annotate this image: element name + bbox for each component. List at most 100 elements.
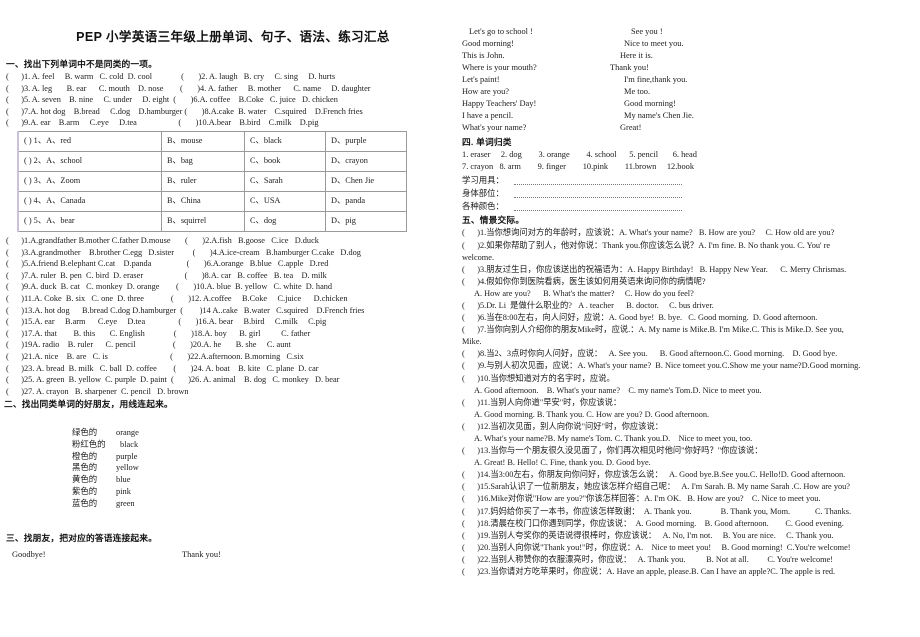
question-line: ( )27. A. crayon B. sharpener C. pencil … <box>6 386 189 396</box>
question-line: ( )21.A. nice B. are C. is ( )22.A.after… <box>6 351 304 361</box>
section-one-question-list: ( )1. A. feel B. warm C. cold D. cool ( … <box>0 71 460 129</box>
answer-match-row: Goodbye! Thank you! <box>6 549 460 561</box>
fill-row: 学习用具： <box>462 174 920 187</box>
fill-blank-line[interactable] <box>514 176 682 186</box>
table-cell: C、dog <box>244 210 326 232</box>
question-line: ( )7.A. hot dog B.bread C.dog D.hamburge… <box>6 106 363 116</box>
section-one-heading: 一、找出下列单词中不是同类的一项。 <box>6 59 158 69</box>
dialog-prompt: Let's paint! <box>462 75 500 84</box>
question-line: ( )19A. radio B. ruler C. pencil ( )20.A… <box>6 340 291 350</box>
table-cell: D、Chen Jie <box>325 170 407 192</box>
question-line: ( )3.A.grandmother B.brother C.egg D.sis… <box>6 247 361 257</box>
question-line-options: A. Good morning. B. Thank you. C. How ar… <box>462 409 710 419</box>
dialog-response: See you ! <box>631 27 663 36</box>
table-row: ( ) 4、A、Canada B、China C、USA D、panda <box>17 190 407 212</box>
question-line-cont: welcome. <box>462 252 495 262</box>
match-chinese: 黄色的 <box>72 475 98 485</box>
table-cell: ( ) 1、A、red <box>17 130 162 152</box>
question-line: ( )7.A. ruler B. pen C. bird D. eraser (… <box>6 270 327 280</box>
categorize-fill-ins: 学习用具： 身体部位： 各种颜色： <box>462 174 920 214</box>
question-line: ( )11.当别人向你道"早安"时，你应该说： <box>462 397 622 407</box>
right-column: Let's go to school ! See you ! Good morn… <box>462 0 920 578</box>
match-english: pink <box>116 486 131 496</box>
answer-response: Thank you! <box>182 550 221 560</box>
table-cell: D、pig <box>325 210 407 232</box>
question-line: ( )5.A.friend B.elephant C.cat D.panda (… <box>6 259 329 269</box>
section-five-question-list: ( )1.当你想询问对方的年龄时，应该说：A. What's your name… <box>462 227 920 578</box>
fill-blank-line[interactable] <box>514 202 682 212</box>
dialog-row: How are you? Me too. <box>462 86 920 98</box>
section-three-heading: 三、找朋友，把对应的答语连接起来。 <box>6 533 158 544</box>
question-line: ( )15.A. ear B.arm C.eye D.tea ( )16.A. … <box>6 317 327 327</box>
table-cell: B、squirrel <box>161 210 245 232</box>
match-chinese: 黑色的 <box>72 463 98 473</box>
match-english: green <box>116 498 135 508</box>
section-two-heading: 二、找出同类单词的好朋友，用线连起来。 <box>4 399 173 410</box>
question-line: ( )1.当你想询问对方的年龄时，应该说：A. What's your name… <box>462 228 835 238</box>
dialog-row: Good morning! Nice to meet you. <box>462 38 920 50</box>
table-cell: D、panda <box>325 190 407 212</box>
dialog-response: Thank you! <box>610 63 649 72</box>
match-chinese: 粉红色的 <box>72 439 106 449</box>
page-title: PEP 小学英语三年级上册单词、句子、语法、练习汇总 <box>76 30 390 44</box>
question-line: ( )17.妈妈给你买了一本书，你应该怎样致谢： A. Thank you. B… <box>462 506 852 516</box>
question-line-options: A. Great! B. Hello! C. Fine, thank you. … <box>462 458 651 468</box>
question-line: ( )17.A. that B. this C. English ( )18.A… <box>6 328 311 338</box>
fill-row: 各种颜色： <box>462 200 920 213</box>
match-english: yellow <box>116 463 139 473</box>
word-bank-line: 7. crayon 8. arm 9. finger 10.pink 11.br… <box>462 162 695 172</box>
question-line: ( )1. A. feel B. warm C. cold D. cool ( … <box>6 72 336 81</box>
table-cell: ( ) 4、A、Canada <box>17 190 162 212</box>
question-line: ( )9.A. ear B.arm C.eye D.tea ( )10.A.be… <box>6 118 319 128</box>
question-line: ( )15.Sarah认识了一位新朋友，她应该怎样介绍自己呢： A. I'm S… <box>462 482 850 492</box>
match-row: 蓝色的 green <box>6 498 460 510</box>
table-cell: B、mouse <box>161 130 245 152</box>
dialog-row: I have a pencil. My name's Chen Jie. <box>462 110 920 122</box>
fill-row: 身体部位： <box>462 187 920 200</box>
left-column: PEP 小学英语三年级上册单词、句子、语法、练习汇总 一、找出下列单词中不是同类… <box>0 0 460 561</box>
table-row: ( ) 2、A、school B、bag C、book D、crayon <box>17 150 407 172</box>
table-cell: ( ) 5、A、bear <box>17 210 162 232</box>
section-four-heading: 四. 单词归类 <box>462 137 512 147</box>
match-row: 绿色的 orange <box>6 427 460 439</box>
question-line-cont: Mike. <box>462 337 482 347</box>
dialog-prompt: This is John. <box>462 51 505 60</box>
dialog-response: Here it is. <box>620 51 653 60</box>
fill-blank-line[interactable] <box>514 189 682 199</box>
table-cell: D、crayon <box>325 150 407 172</box>
question-line: ( )13.当你与一个朋友很久没见面了，你们再次相见时他问"你好吗？"你应该说： <box>462 446 763 456</box>
dialog-prompt: Let's go to school ! <box>469 27 533 36</box>
dialog-row: Let's go to school ! See you ! <box>462 26 920 38</box>
dialog-row: This is John. Here it is. <box>462 50 920 62</box>
match-row: 粉红色的 black <box>6 439 460 451</box>
table-row: ( ) 1、A、red B、mouse C、black D、purple <box>17 130 407 152</box>
table-row: ( ) 5、A、bear B、squirrel C、dog D、pig <box>17 210 407 232</box>
dialog-response: Nice to meet you. <box>624 39 684 48</box>
match-chinese: 绿色的 <box>72 428 98 438</box>
dialog-match-list: Let's go to school ! See you ! Good morn… <box>462 26 920 134</box>
match-english: blue <box>116 475 131 485</box>
question-line: ( )9.A. duck B. cat C. monkey D. orange … <box>6 282 333 292</box>
table-cell: B、China <box>161 190 245 212</box>
fill-label: 身体部位： <box>462 189 504 199</box>
color-match-list: 绿色的 orange 粉红色的 black 橙色的 purple 黑色的 yel… <box>0 427 460 509</box>
question-line: ( )3.朋友过生日，你应该送出的祝福语为：A. Happy Birthday!… <box>462 264 847 274</box>
dialog-row: Let's paint! I'm fine,thank you. <box>462 74 920 86</box>
dialog-response: Good morning! <box>624 99 676 108</box>
question-line: ( )18.清晨在校门口你遇到同学，你应该说： A. Good morning.… <box>462 518 844 528</box>
table-cell: ( ) 3、A、Zoom <box>17 170 162 192</box>
table-row: ( ) 3、A、Zoom B、ruler C、Sarah D、Chen Jie <box>17 170 407 192</box>
question-line: ( )7.当你向别人介绍你的朋友Mike时，应说.：A. My name is … <box>462 325 844 335</box>
word-bank-line: 1. eraser 2. dog 3. orange 4. school 5. … <box>462 150 697 159</box>
match-english: black <box>120 439 139 449</box>
word-choice-table: ( ) 1、A、red B、mouse C、black D、purple ( )… <box>17 130 407 232</box>
fill-label: 各种颜色： <box>462 202 504 212</box>
match-row: 黑色的 yellow <box>6 462 460 474</box>
table-cell: D、purple <box>325 130 407 152</box>
fill-label: 学习用具： <box>462 175 504 185</box>
section-three-block: 三、找朋友，把对应的答语连接起来。 Goodbye! Thank you! <box>0 531 460 561</box>
dialog-response: Great! <box>620 123 642 132</box>
answer-prompt: Goodbye! <box>12 550 46 560</box>
match-row: 橙色的 purple <box>6 451 460 463</box>
table-cell: B、ruler <box>161 170 245 192</box>
